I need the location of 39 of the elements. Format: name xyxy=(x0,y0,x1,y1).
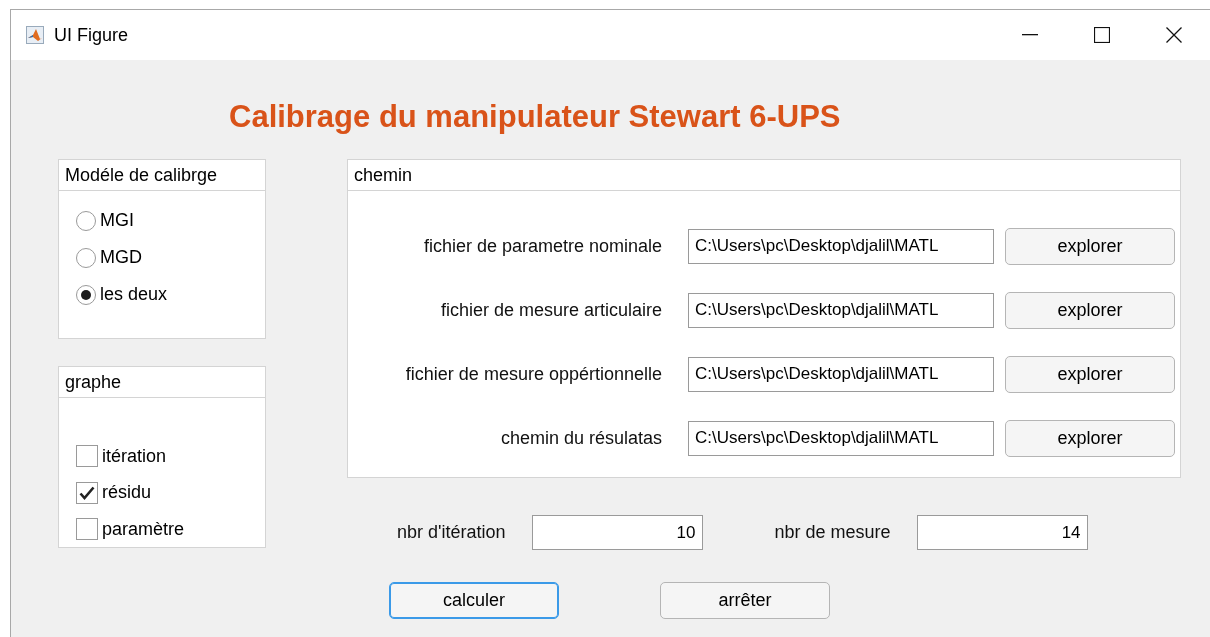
explorer-button[interactable]: explorer xyxy=(1005,355,1175,393)
option-label: les deux xyxy=(100,284,168,305)
close-icon xyxy=(1166,27,1182,43)
number-field[interactable]: 10 xyxy=(531,515,703,550)
panel-title: graphe xyxy=(65,372,122,392)
path-field[interactable]: C:\Users\pc\Desktop\djalil\MATL xyxy=(688,356,994,392)
explorer-button[interactable]: explorer xyxy=(1005,419,1175,457)
option-label: résidu xyxy=(102,482,152,504)
field-label: chemin du résulatas xyxy=(499,427,662,449)
option-label: paramètre xyxy=(102,518,185,540)
option-label: MGD xyxy=(100,247,142,268)
app-heading: Calibrage du manipulateur Stewart 6-UPS xyxy=(228,98,842,136)
radio-button[interactable] xyxy=(76,247,96,268)
action-button[interactable]: calculer xyxy=(389,582,559,619)
window-title: UI Figure xyxy=(54,24,130,46)
option-label: MGI xyxy=(100,210,134,231)
radio-button[interactable] xyxy=(76,284,96,305)
field-label: fichier de parametre nominale xyxy=(422,235,662,257)
explorer-button[interactable]: explorer xyxy=(1005,291,1175,329)
radio-button[interactable] xyxy=(76,210,96,231)
checkbox[interactable] xyxy=(76,481,98,504)
minimize-icon xyxy=(1022,34,1038,36)
field-label: nbr d'itération xyxy=(397,522,506,543)
app-icon xyxy=(26,26,44,44)
path-field[interactable]: C:\Users\pc\Desktop\djalil\MATL xyxy=(688,228,994,264)
panel-title: Modéle de calibrge xyxy=(65,165,218,185)
maximize-icon xyxy=(1094,27,1110,43)
explorer-button[interactable]: explorer xyxy=(1005,227,1175,265)
path-field[interactable]: C:\Users\pc\Desktop\djalil\MATL xyxy=(688,420,994,456)
panel-title: chemin xyxy=(354,165,413,185)
action-button[interactable]: arrêter xyxy=(660,582,830,619)
field-label: fichier de mesure articulaire xyxy=(439,299,662,321)
checkbox[interactable] xyxy=(76,445,98,468)
option-label: itération xyxy=(102,445,167,467)
field-label: fichier de mesure oppértionnelle xyxy=(404,363,662,385)
checkbox[interactable] xyxy=(76,518,98,541)
field-label: nbr de mesure xyxy=(774,522,891,543)
number-field[interactable]: 14 xyxy=(916,515,1088,550)
path-field[interactable]: C:\Users\pc\Desktop\djalil\MATL xyxy=(688,292,994,328)
